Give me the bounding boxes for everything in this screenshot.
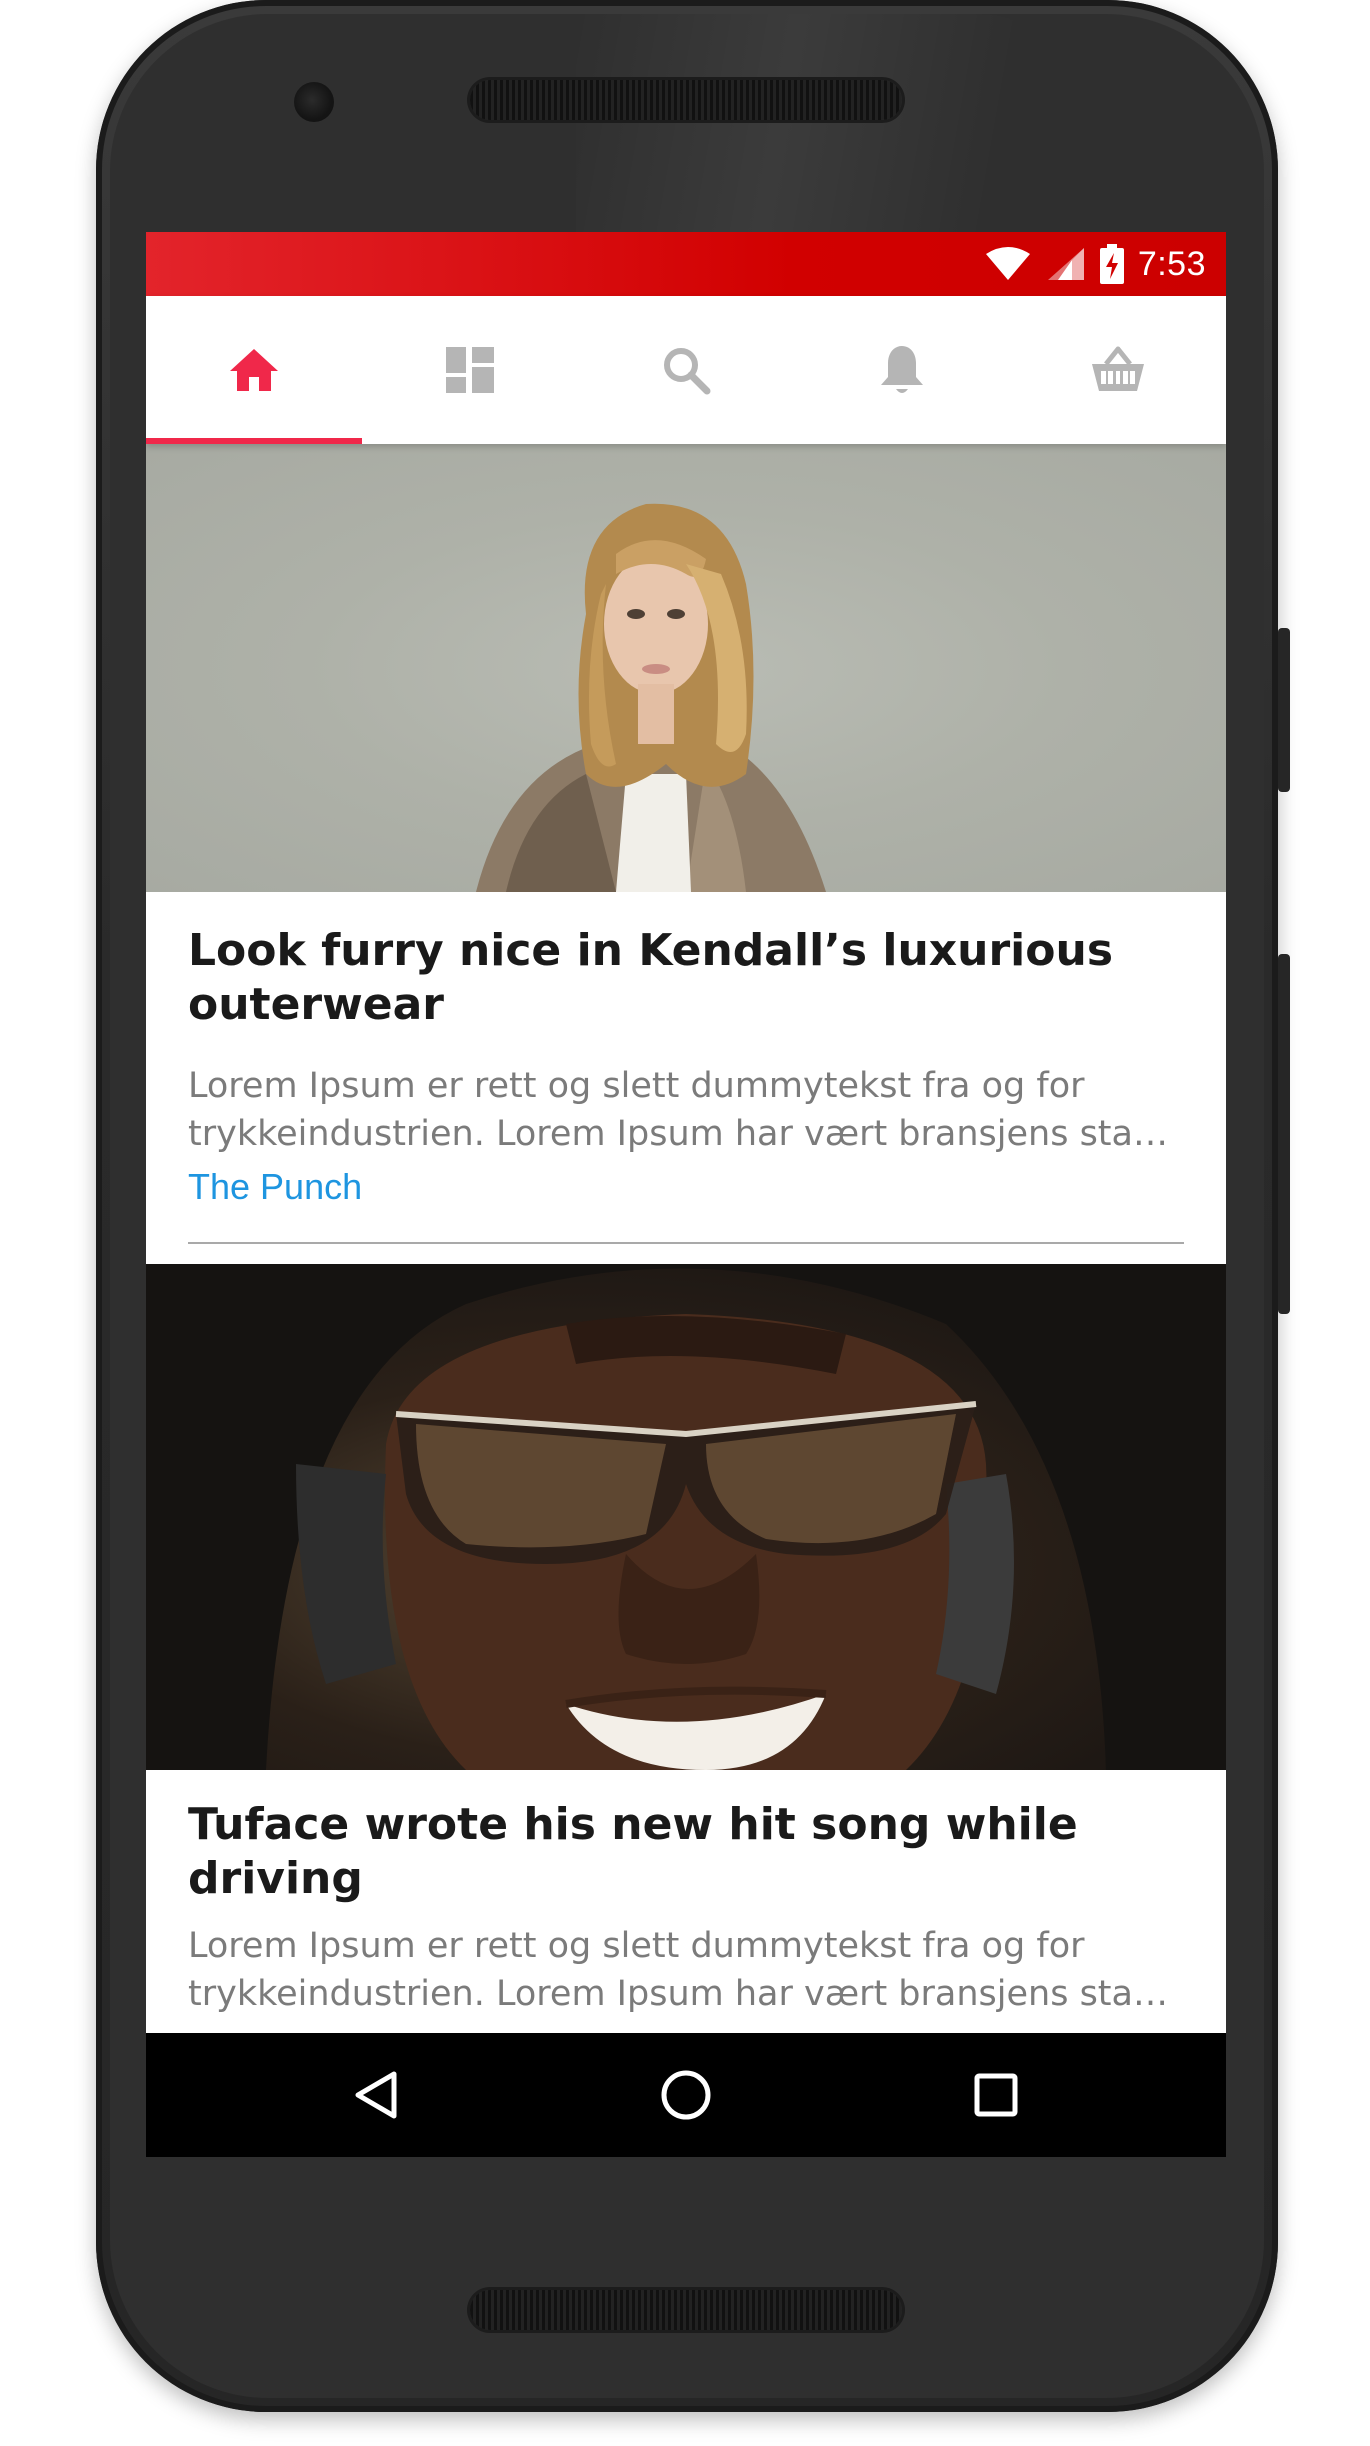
bottom-speaker [470,2290,902,2330]
system-nav-bar [146,2033,1226,2157]
article-title[interactable]: Look furry nice in Kendall’s luxurious o… [188,924,1184,1032]
cell-signal-icon [1047,248,1084,280]
article-card[interactable]: Look furry nice in Kendall’s luxurious o… [146,444,1226,1244]
article-excerpt-line: Lorem Ipsum er rett og slett dummytekst … [188,1066,1085,1106]
search-icon [664,348,711,395]
news-feed: Look furry nice in Kendall’s luxurious o… [146,444,1226,2034]
volume-button [1278,954,1290,1314]
power-button [1278,628,1290,792]
tab-notifications[interactable] [794,296,1010,444]
article-card[interactable]: Tuface wrote his new hit song while driv… [146,1264,1226,2034]
article-divider [188,1242,1184,1244]
recents-button[interactable] [936,2035,1056,2155]
battery-charging-icon [1099,244,1124,284]
article-source-link[interactable]: The Punch [188,1166,1184,1242]
status-icons: 7:53 [984,232,1206,296]
basket-icon [1092,346,1144,391]
article-excerpt-line: trykkeindustrien. Lorem Ipsum har vært b… [188,1114,1184,1154]
tab-bar [146,296,1226,444]
tab-shop[interactable] [1010,296,1226,444]
active-tab-indicator [146,438,362,444]
tab-search[interactable] [578,296,794,444]
article-photo-musician [146,1264,1226,1770]
article-excerpt-line: trykkeindustrien. Lorem Ipsum har vært b… [188,1974,1184,2014]
article-image[interactable] [146,1264,1226,1770]
wifi-icon [985,247,1030,280]
bell-icon [881,346,923,393]
article-image[interactable] [146,444,1226,892]
status-time: 7:53 [1137,244,1206,283]
status-bar: 7:53 [146,232,1226,296]
tab-home[interactable] [146,296,362,444]
home-icon [230,349,278,391]
home-circle-icon [661,2070,711,2120]
top-speaker [470,80,902,120]
phone-gloss [576,14,1096,234]
back-triangle-icon [355,2071,397,2119]
article-body: Tuface wrote his new hit song while driv… [146,1798,1226,2034]
article-body: Look furry nice in Kendall’s luxurious o… [146,924,1226,1242]
article-title[interactable]: Tuface wrote his new hit song while driv… [188,1798,1184,1906]
recents-square-icon [974,2073,1018,2117]
screen: 7:53 Look furry nice in Kendall’s luxuri… [146,232,1226,2157]
article-photo-model [476,503,826,892]
back-button[interactable] [316,2035,436,2155]
home-button[interactable] [626,2035,746,2155]
dashboard-icon [446,347,494,393]
article-excerpt-line: Lorem Ipsum er rett og slett dummytekst … [188,1926,1085,1966]
tab-dashboard[interactable] [362,296,578,444]
front-camera [294,82,334,122]
